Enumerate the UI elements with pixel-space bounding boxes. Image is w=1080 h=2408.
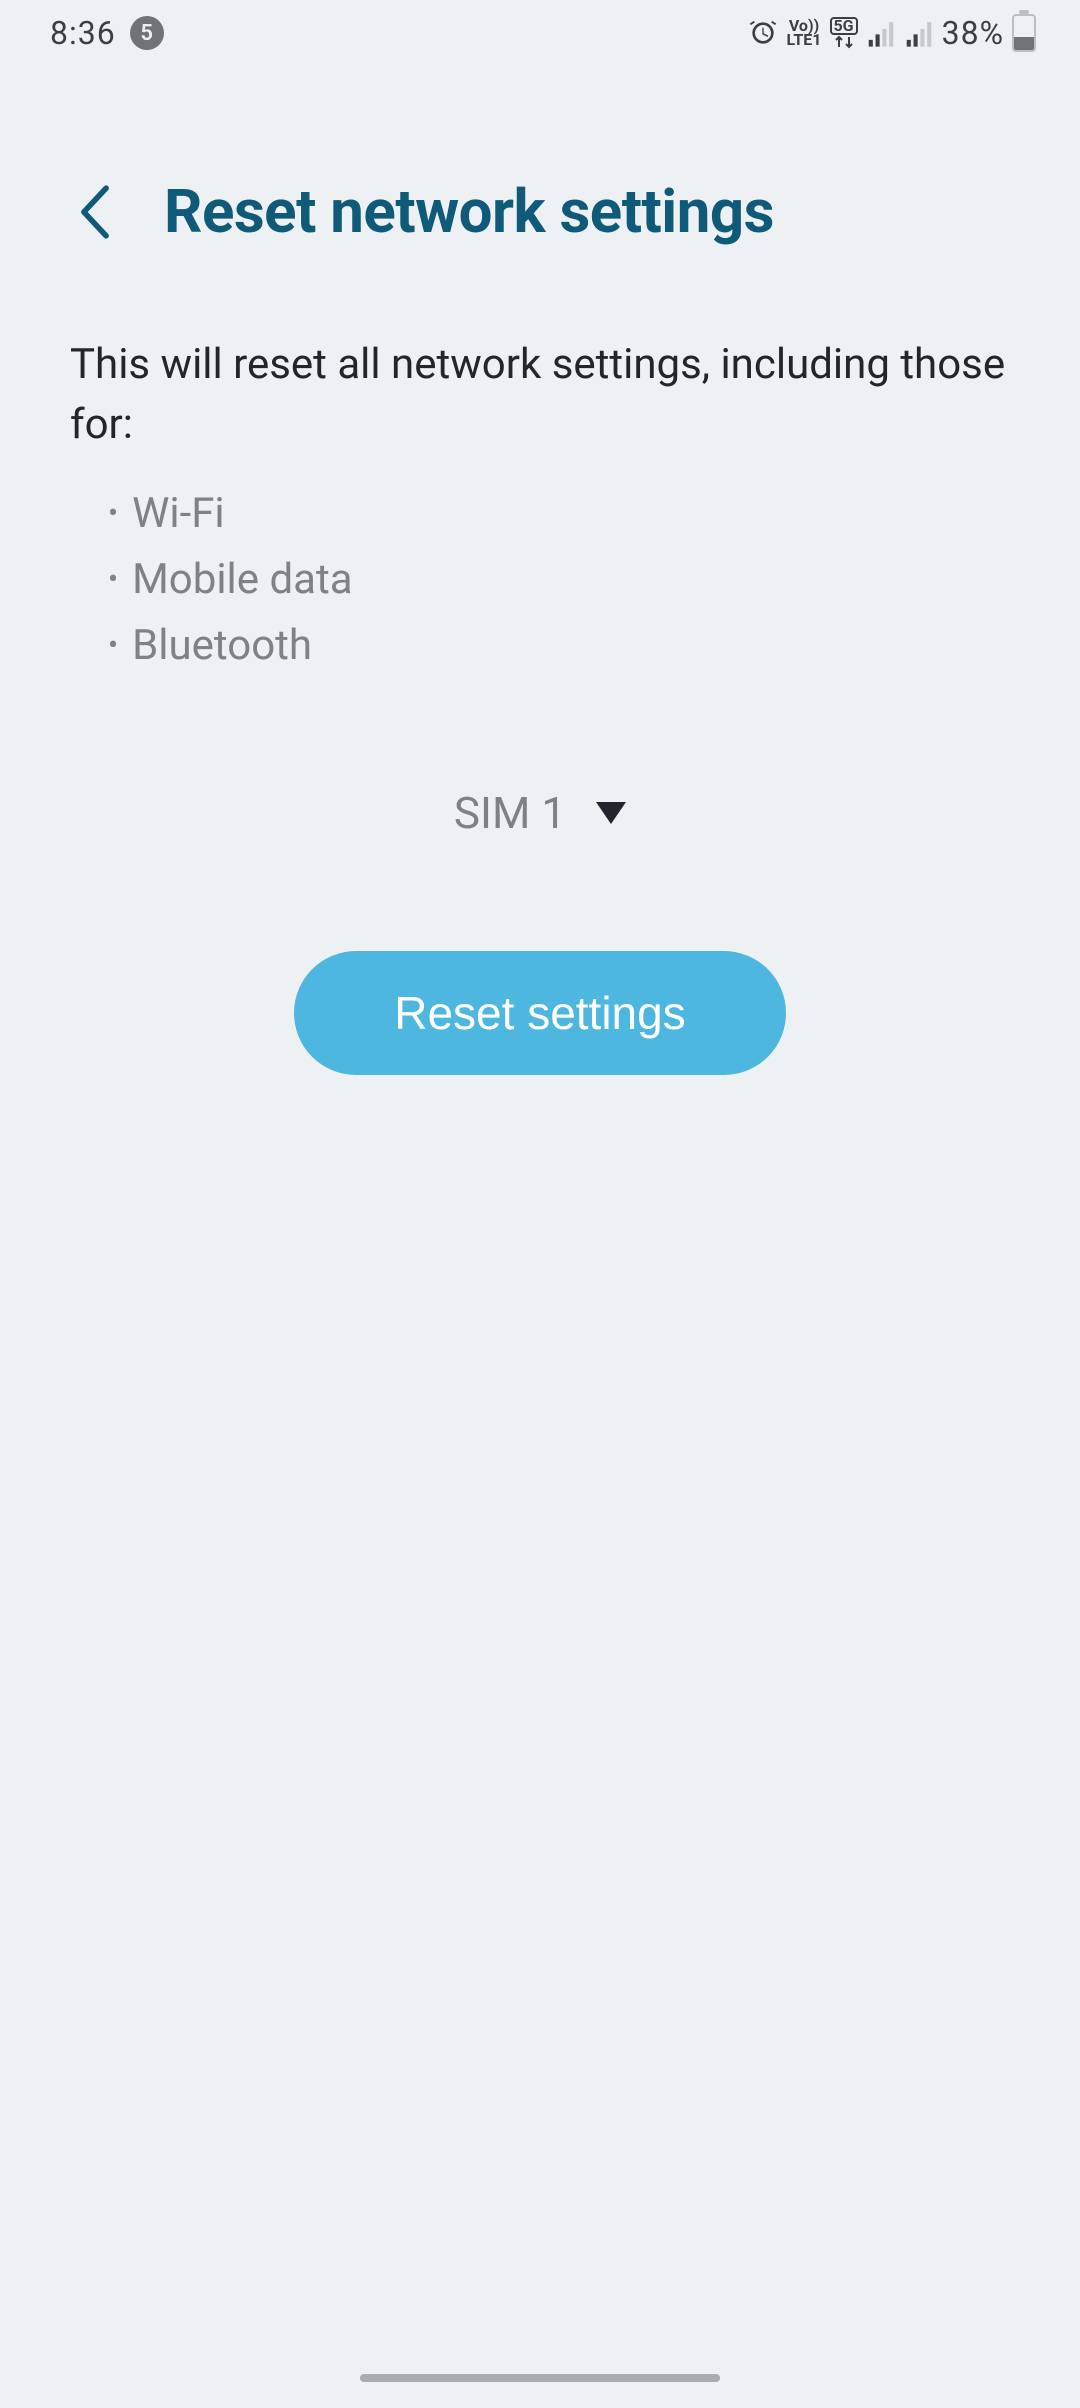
description-text: This will reset all network settings, in…: [0, 247, 1080, 455]
bullet-dot-icon: •: [108, 481, 118, 547]
sim-selector[interactable]: SIM 1: [0, 787, 1080, 839]
status-bar: 8:36 5 Vo)) LTE1 5G 38%: [0, 0, 1080, 66]
bullet-dot-icon: •: [108, 613, 118, 679]
list-item: • Mobile data: [108, 547, 1080, 613]
list-item-label: Mobile data: [132, 547, 352, 613]
battery-percent: 38%: [942, 14, 1004, 52]
bullet-list: • Wi-Fi • Mobile data • Bluetooth: [0, 455, 1080, 679]
list-item-label: Bluetooth: [132, 613, 312, 679]
list-item: • Bluetooth: [108, 613, 1080, 679]
notification-count-badge: 5: [130, 16, 164, 50]
list-item-label: Wi-Fi: [132, 481, 225, 547]
dropdown-triangle-icon: [596, 802, 626, 824]
battery-icon: [1012, 14, 1036, 52]
network-5g-icon: 5G: [830, 17, 858, 49]
status-bar-right: Vo)) LTE1 5G 38%: [747, 14, 1036, 52]
alarm-icon: [747, 17, 779, 49]
reset-settings-button[interactable]: Reset settings: [294, 951, 785, 1075]
bullet-dot-icon: •: [108, 547, 118, 613]
list-item: • Wi-Fi: [108, 481, 1080, 547]
page-title: Reset network settings: [164, 176, 774, 247]
nav-handle[interactable]: [360, 2374, 720, 2382]
status-time: 8:36: [50, 14, 116, 52]
signal-1-icon: [866, 19, 896, 47]
signal-2-icon: [904, 19, 934, 47]
page-header: Reset network settings: [0, 66, 1080, 247]
chevron-left-icon: [78, 185, 112, 239]
sim-selector-label: SIM 1: [454, 787, 566, 839]
status-bar-left: 8:36 5: [50, 14, 164, 52]
back-button[interactable]: [70, 182, 120, 242]
volte-icon: Vo)) LTE1: [787, 19, 822, 47]
